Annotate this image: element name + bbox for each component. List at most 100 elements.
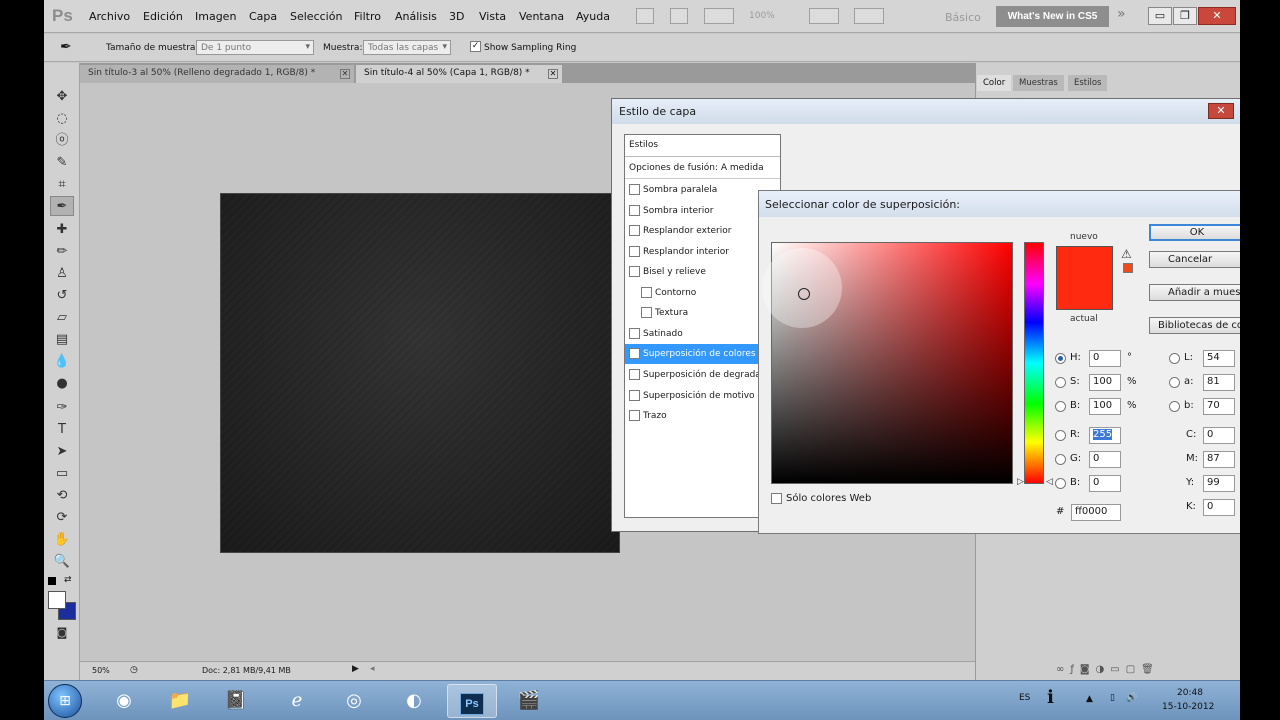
menu-archivo[interactable]: Archivo <box>89 10 130 23</box>
tab-sin-titulo-4[interactable]: Sin título-4 al 50% (Capa 1, RGB/8) * ✕ <box>356 65 562 83</box>
menu-analisis[interactable]: Análisis <box>395 10 437 23</box>
foreground-color-swatch[interactable] <box>48 591 66 609</box>
brush-tool-icon[interactable]: ✏ <box>50 242 74 262</box>
rgb-r-radio[interactable] <box>1055 430 1066 441</box>
blur-tool-icon[interactable]: 💧 <box>50 352 74 372</box>
workspace-basico[interactable]: Básico <box>945 11 981 24</box>
style-checkbox[interactable] <box>629 184 640 195</box>
view-extras-icon[interactable] <box>704 8 734 24</box>
style-item[interactable]: Superposición de degradado <box>625 365 780 385</box>
status-menu-arrow-icon[interactable]: ▶ <box>352 664 359 674</box>
eyedropper-tool-icon[interactable]: ✒ <box>50 196 74 216</box>
menu-3d[interactable]: 3D <box>449 10 464 23</box>
hue-arrow-left-icon[interactable]: ▷ <box>1017 477 1024 487</box>
style-checkbox[interactable] <box>629 225 640 236</box>
color-libraries-button[interactable]: Bibliotecas de co <box>1149 317 1240 334</box>
hue-arrow-right-icon[interactable]: ◁ <box>1046 477 1053 487</box>
styles-header[interactable]: Estilos <box>625 135 780 157</box>
style-checkbox[interactable]: ✓ <box>629 348 640 359</box>
lab-a-input[interactable]: 81 <box>1203 374 1235 391</box>
tab-close-icon[interactable]: ✕ <box>340 69 350 79</box>
more-workspaces-icon[interactable]: » <box>1117 6 1126 22</box>
color-marker[interactable] <box>798 288 810 300</box>
cmyk-k-input[interactable]: 0 <box>1203 499 1235 516</box>
screen-mode-icon[interactable] <box>854 8 884 24</box>
video-app-icon[interactable]: 🎬 <box>504 684 554 718</box>
media-center-icon[interactable]: ◉ <box>99 684 149 718</box>
notes-app-icon[interactable]: 📓 <box>211 684 261 718</box>
rgb-r-input[interactable]: 255 <box>1089 427 1121 444</box>
style-checkbox[interactable] <box>629 266 640 277</box>
eraser-tool-icon[interactable]: ▱ <box>50 308 74 328</box>
pen-tool-icon[interactable]: ✑ <box>50 398 74 418</box>
dodge-tool-icon[interactable]: ● <box>50 374 74 394</box>
whats-new-button[interactable]: What's New in CS5 <box>996 6 1109 27</box>
cmyk-y-input[interactable]: 99 <box>1203 475 1235 492</box>
bridge-icon[interactable] <box>636 8 654 24</box>
gamut-warning-icon[interactable]: ⚠ <box>1121 247 1132 261</box>
style-checkbox[interactable] <box>641 307 652 318</box>
style-checkbox[interactable] <box>629 390 640 401</box>
style-checkbox[interactable] <box>629 246 640 257</box>
language-indicator[interactable]: ES <box>1019 693 1030 703</box>
menu-capa[interactable]: Capa <box>249 10 277 23</box>
start-button[interactable]: ⊞ <box>48 684 82 718</box>
internet-explorer-icon[interactable]: ℯ <box>272 684 322 718</box>
menu-ayuda[interactable]: Ayuda <box>576 10 610 23</box>
maximize-button[interactable]: ❐ <box>1173 7 1197 25</box>
history-brush-tool-icon[interactable]: ↺ <box>50 286 74 306</box>
default-colors-icon[interactable] <box>48 577 56 585</box>
zoom-tool-icon[interactable]: 🔍 <box>50 552 74 572</box>
style-item[interactable]: Sombra paralela <box>625 180 780 200</box>
tab-estilos[interactable]: Estilos <box>1068 75 1108 91</box>
hsb-h-input[interactable]: 0 <box>1089 350 1121 367</box>
menu-vista[interactable]: Vista <box>479 10 506 23</box>
3d-rotate-tool-icon[interactable]: ⟲ <box>50 486 74 506</box>
sampling-ring-checkbox[interactable]: ✓ <box>470 41 481 52</box>
style-checkbox[interactable] <box>629 205 640 216</box>
quick-selection-tool-icon[interactable]: ✎ <box>50 153 74 173</box>
layer-panel-actions-icon[interactable]: ∞ƒ◙◑▭▢🗑 <box>1056 664 1160 675</box>
path-selection-tool-icon[interactable]: ➤ <box>50 442 74 462</box>
style-checkbox[interactable] <box>629 410 640 421</box>
minimize-button[interactable]: ▭ <box>1148 7 1172 25</box>
style-item[interactable]: Resplandor exterior <box>625 221 780 241</box>
ok-button[interactable]: OK <box>1149 224 1240 241</box>
style-checkbox[interactable] <box>629 369 640 380</box>
blend-options-item[interactable]: Opciones de fusión: A medida <box>625 159 780 179</box>
file-explorer-icon[interactable]: 📁 <box>155 684 205 718</box>
move-tool-icon[interactable]: ✥ <box>50 87 74 107</box>
document-canvas[interactable] <box>220 193 620 553</box>
lab-a-radio[interactable] <box>1169 377 1180 388</box>
style-item[interactable]: Trazo <box>625 406 780 426</box>
healing-brush-tool-icon[interactable]: ✚ <box>50 220 74 240</box>
style-checkbox[interactable] <box>641 287 652 298</box>
media-player-icon[interactable]: ◐ <box>389 684 439 718</box>
rgb-b-input[interactable]: 0 <box>1089 475 1121 492</box>
tab-muestras[interactable]: Muestras <box>1013 75 1064 91</box>
tab-color[interactable]: Color <box>977 75 1012 91</box>
hsb-s-radio[interactable] <box>1055 377 1066 388</box>
help-tray-icon[interactable]: ℹ <box>1047 687 1054 708</box>
style-item[interactable]: Bisel y relieve <box>625 262 780 282</box>
menu-imagen[interactable]: Imagen <box>195 10 236 23</box>
lab-b-radio[interactable] <box>1169 401 1180 412</box>
cancel-button[interactable]: Cancelar <box>1149 251 1240 268</box>
menu-filtro[interactable]: Filtro <box>354 10 381 23</box>
3d-orbit-tool-icon[interactable]: ⟳ <box>50 508 74 528</box>
hex-input[interactable]: ff0000 <box>1071 504 1121 521</box>
menu-seleccion[interactable]: Selección <box>290 10 342 23</box>
style-item[interactable]: Resplandor interior <box>625 242 780 262</box>
hsb-h-radio[interactable] <box>1055 353 1066 364</box>
web-colors-checkbox[interactable] <box>771 493 782 504</box>
menu-edicion[interactable]: Edición <box>143 10 183 23</box>
hue-slider[interactable] <box>1024 242 1044 484</box>
hsb-b-input[interactable]: 100 <box>1089 398 1121 415</box>
layer-style-close-button[interactable]: ✕ <box>1208 103 1234 119</box>
stamp-tool-icon[interactable]: ♙ <box>50 264 74 284</box>
tab-close-icon[interactable]: ✕ <box>548 69 558 79</box>
style-item[interactable]: Superposición de motivo <box>625 386 780 406</box>
chrome-icon[interactable]: ◎ <box>329 684 379 718</box>
rgb-b-radio[interactable] <box>1055 478 1066 489</box>
swap-colors-icon[interactable]: ⇄ <box>64 575 72 585</box>
